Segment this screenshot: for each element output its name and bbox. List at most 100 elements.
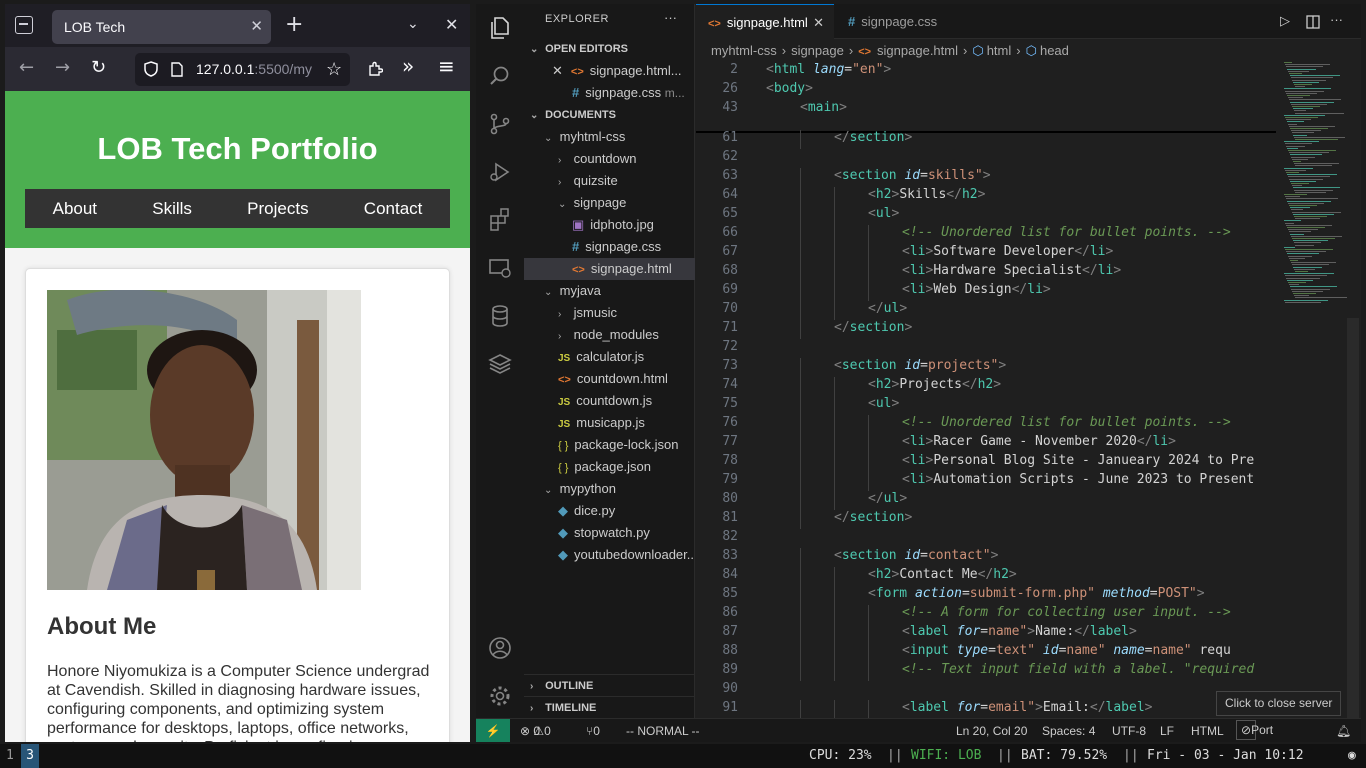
file-tree-item[interactable]: JS musicapp.js (524, 412, 695, 434)
workspace-1[interactable]: 1 (6, 744, 14, 768)
file-tree-item[interactable]: JS countdown.js (524, 390, 695, 412)
chevron-right-icon[interactable]: › (558, 326, 570, 346)
chevron-right-icon[interactable]: › (558, 304, 570, 324)
nav-link-projects[interactable]: Projects (247, 199, 308, 219)
sticky-scroll-line[interactable]: <html lang="en"> (766, 62, 891, 77)
code-line[interactable]: <!-- Unordered list for bullet points. -… (902, 415, 1231, 430)
timeline-section[interactable]: › TIMELINE (524, 696, 695, 718)
indentation[interactable]: Spaces: 4 (1042, 719, 1095, 742)
cursor-position[interactable]: Ln 20, Col 20 (956, 719, 1027, 742)
code-line[interactable]: <!-- Unordered list for bullet points. -… (902, 225, 1231, 240)
breadcrumb-item[interactable]: myhtml-css (711, 43, 777, 58)
account-icon[interactable] (488, 636, 512, 660)
new-tab-button[interactable]: + (285, 14, 303, 36)
minimap[interactable] (1284, 62, 1354, 712)
code-line[interactable]: </section> (834, 510, 912, 525)
documents-section[interactable]: ⌄ DOCUMENTS (524, 104, 695, 126)
tab-list-chevron-icon[interactable]: ⌄ (407, 16, 419, 32)
extensions-icon[interactable] (367, 61, 383, 77)
layers-icon[interactable] (488, 352, 512, 376)
code-editor[interactable]: 2 <html lang="en"> 26 <body> 43 <main> 61 </sec… (696, 62, 1276, 722)
sticky-scroll-line[interactable]: <main> (800, 100, 847, 115)
page-info-icon[interactable] (171, 62, 183, 77)
file-tree-item[interactable]: ⌄ mypython (524, 478, 695, 500)
reload-icon[interactable]: ↻ (91, 57, 106, 79)
run-icon[interactable]: ▷ (1280, 13, 1290, 29)
file-tree-item[interactable]: › countdown (524, 148, 695, 170)
code-line[interactable]: <li>Racer Game - November 2020</li> (902, 434, 1176, 449)
code-line[interactable]: <h2>Skills</h2> (868, 187, 985, 202)
code-line[interactable]: <li>Automation Scripts - June 2023 to Pr… (902, 472, 1254, 487)
code-line[interactable]: <li>Hardware Specialist</li> (902, 263, 1121, 278)
code-line[interactable]: </ul> (868, 301, 907, 316)
file-tree-item[interactable]: { } package.json (524, 456, 695, 478)
breadcrumb-item[interactable]: signpage.html (877, 43, 958, 58)
chevron-down-icon[interactable]: ⌄ (558, 194, 570, 214)
chevron-right-icon[interactable]: › (558, 172, 570, 192)
file-tree-item[interactable]: JS calculator.js (524, 346, 695, 368)
language-mode[interactable]: HTML (1191, 719, 1224, 742)
file-tree-item[interactable]: ⌄ myhtml-css (524, 126, 695, 148)
file-tree-item[interactable]: <> countdown.html (524, 368, 695, 390)
code-line[interactable]: <form action=submit-form.php" method=POS… (868, 586, 1205, 601)
outline-section[interactable]: › OUTLINE (524, 674, 695, 696)
code-line[interactable]: <h2>Projects</h2> (868, 377, 1001, 392)
code-line[interactable]: <!-- Text input field with a label. "req… (902, 662, 1254, 677)
file-tree-item[interactable]: ▣ idphoto.jpg (524, 214, 695, 236)
file-tree-item[interactable]: <> signpage.html (524, 258, 695, 280)
code-line[interactable]: <h2>Contact Me</h2> (868, 567, 1017, 582)
source-control-icon[interactable] (488, 112, 512, 136)
code-line[interactable]: <label for=name">Name:</label> (902, 624, 1137, 639)
tab-signpage-html[interactable]: <> signpage.html ✕ (696, 4, 834, 39)
overflow-menu-icon[interactable]: » (402, 55, 414, 77)
remote-explorer-icon[interactable] (488, 256, 512, 280)
file-tree-item[interactable]: ◆ youtubedownloader... (524, 544, 695, 566)
chevron-down-icon[interactable]: ⌄ (544, 480, 556, 500)
database-icon[interactable] (488, 304, 512, 328)
file-tree-item[interactable]: ⌄ signpage (524, 192, 695, 214)
live-server-port[interactable]: ⊘ Port : 5500 (1236, 720, 1273, 740)
nav-link-about[interactable]: About (53, 199, 97, 219)
run-debug-icon[interactable] (488, 160, 512, 184)
ports-indicator[interactable]: ⑂ 0 (586, 719, 600, 742)
extensions-icon[interactable] (488, 208, 512, 232)
explorer-icon[interactable] (488, 16, 512, 40)
more-actions-icon[interactable]: ··· (664, 10, 677, 25)
notifications-bell-icon[interactable]: 🔔︎ (1336, 719, 1351, 742)
chevron-down-icon[interactable]: ⌄ (544, 128, 556, 148)
code-line[interactable]: <section id=projects"> (834, 358, 1006, 373)
settings-gear-icon[interactable] (488, 684, 512, 708)
firefox-view-icon[interactable] (15, 16, 33, 34)
nav-link-skills[interactable]: Skills (152, 199, 192, 219)
file-tree-item[interactable]: › jsmusic (524, 302, 695, 324)
breadcrumb-item[interactable]: html (987, 43, 1012, 58)
close-tab-icon[interactable]: ✕ (813, 5, 824, 40)
code-line[interactable]: <li>Software Developer</li> (902, 244, 1113, 259)
encoding[interactable]: UTF-8 (1112, 719, 1146, 742)
more-actions-icon[interactable]: ··· (1330, 12, 1343, 27)
search-icon[interactable] (488, 64, 512, 88)
editor-scrollbar[interactable] (1347, 318, 1359, 718)
workspace-3[interactable]: 3 (21, 744, 39, 768)
problems-indicator[interactable]: ⊗ 0 ⚠ 0 (520, 719, 551, 742)
back-icon[interactable]: ← (19, 57, 34, 79)
file-tree-item[interactable]: › quizsite (524, 170, 695, 192)
chevron-right-icon[interactable]: › (558, 150, 570, 170)
open-editor-item[interactable]: ✕ <> signpage.html... (524, 60, 695, 82)
file-tree-item[interactable]: ◆ stopwatch.py (524, 522, 695, 544)
file-tree-item[interactable]: { } package-lock.json (524, 434, 695, 456)
code-line[interactable]: <input type=text" id=name" name=name" re… (902, 643, 1231, 658)
open-editor-item[interactable]: # signpage.css m... (524, 82, 695, 104)
tray-icon[interactable]: ◉ (1348, 744, 1356, 768)
remote-indicator-icon[interactable]: ⚡ (476, 719, 510, 742)
window-close-icon[interactable]: ✕ (445, 15, 458, 34)
url-bar[interactable]: 127.0.0.1:5500/my ☆ (135, 53, 350, 86)
shield-icon[interactable] (144, 61, 158, 77)
breadcrumb-item[interactable]: head (1040, 43, 1069, 58)
hamburger-menu-icon[interactable]: ≡ (438, 55, 455, 77)
close-tab-icon[interactable]: ✕ (250, 10, 263, 44)
line-ending[interactable]: LF (1160, 719, 1174, 742)
sticky-scroll-line[interactable]: <body> (766, 81, 813, 96)
code-line[interactable]: </section> (834, 130, 912, 145)
code-line[interactable]: <li>Personal Blog Site - Janueary 2024 t… (902, 453, 1254, 468)
